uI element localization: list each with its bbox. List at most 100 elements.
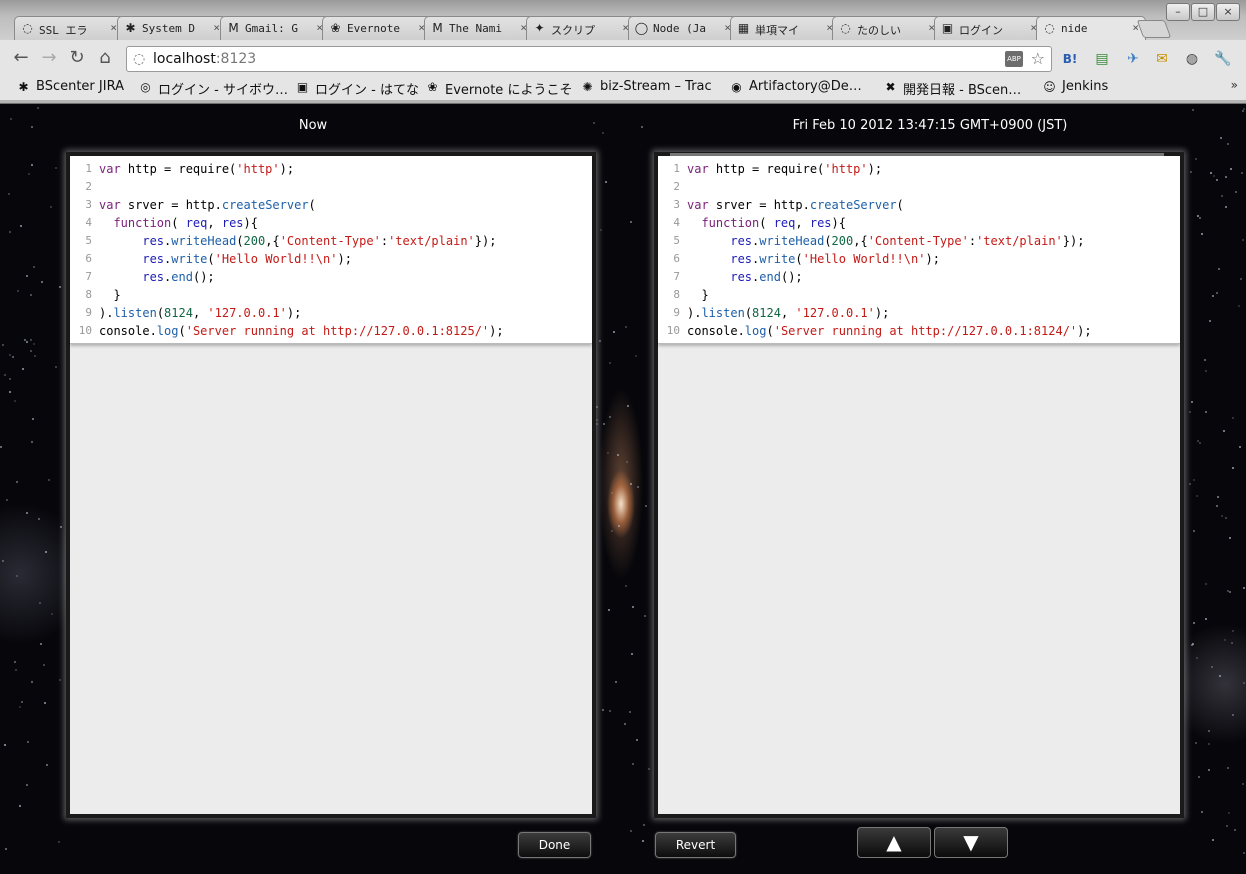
star-decoration	[26, 341, 28, 343]
bookmark-item[interactable]: ✺ biz-Stream – Trac	[580, 79, 711, 94]
star-decoration	[1201, 233, 1203, 235]
left-code-editor[interactable]: 1 var http = require('http'); 2 3 var srver …	[70, 156, 592, 344]
bookmark-favicon-icon: ✱	[18, 80, 29, 94]
bookmark-item[interactable]: ❀ Evernote にようこそ	[425, 79, 572, 98]
browser-tab[interactable]: ▣ ログイン ×	[934, 16, 1044, 40]
tab-favicon-icon: ◯	[634, 21, 649, 35]
right-code-editor[interactable]: 1 var http = require('http'); 2 3 var srver …	[658, 156, 1180, 344]
star-decoration	[1242, 110, 1244, 112]
bookmark-item[interactable]: ☺ Jenkins	[1042, 79, 1108, 94]
code-line: 5 res.writeHead(200,{'Content-Type':'tex…	[70, 232, 592, 250]
done-button[interactable]: Done	[518, 832, 591, 858]
tab-favicon-icon: ◌	[22, 21, 33, 35]
browser-tab[interactable]: ✦ スクリプ ×	[526, 16, 636, 40]
star-decoration	[608, 609, 610, 611]
star-decoration	[46, 764, 48, 766]
star-decoration	[1243, 587, 1245, 589]
address-bar[interactable]: ◌ localhost:8123 ABP ☆	[126, 46, 1052, 72]
tab-favicon-icon: ◌	[1044, 21, 1055, 35]
star-decoration	[0, 446, 2, 448]
code-text: ).listen(8124, '127.0.0.1');	[687, 306, 890, 320]
browser-tab[interactable]: ◌ nide ×	[1036, 16, 1146, 40]
bookmark-item[interactable]: ◉ Artifactory@De…	[729, 79, 862, 94]
bookmark-favicon-icon: ▣	[296, 80, 309, 94]
star-decoration	[605, 181, 607, 183]
star-decoration	[1195, 742, 1197, 744]
adblock-icon[interactable]: ABP	[1005, 51, 1023, 67]
close-window-button[interactable]: ×	[1216, 3, 1240, 21]
new-tab-button[interactable]	[1136, 20, 1172, 38]
star-decoration	[55, 366, 57, 368]
star-decoration	[1238, 305, 1240, 307]
star-decoration	[6, 499, 8, 501]
bookmarks-overflow-button[interactable]: »	[1231, 78, 1238, 92]
browser-tab[interactable]: ▦ 単項マイ ×	[730, 16, 840, 40]
star-decoration	[1208, 743, 1210, 745]
revert-button[interactable]: Revert	[655, 832, 736, 858]
bookmark-item[interactable]: ✱ BScenter JIRA	[16, 79, 124, 94]
star-decoration	[1228, 812, 1230, 814]
tab-close-icon[interactable]: ×	[213, 21, 220, 34]
tab-label: The Nami	[449, 22, 502, 35]
star-decoration	[43, 664, 45, 666]
bookmark-item[interactable]: ✖ 開発日報 - BScen…	[883, 79, 1021, 98]
star-decoration	[1225, 206, 1227, 208]
code-line: 8 }	[70, 286, 592, 304]
star-decoration	[1227, 767, 1229, 769]
minimize-button[interactable]: –	[1166, 3, 1190, 21]
bookmark-label: 開発日報 - BScen…	[903, 83, 1022, 98]
star-decoration	[45, 551, 47, 553]
bookmark-item[interactable]: ▣ ログイン - はてな	[295, 79, 419, 98]
tab-strip: ◌ SSL エラ × ✱ System D × M Gmail: G × ❀ Evernote × M T…	[0, 0, 1246, 40]
star-decoration	[1225, 176, 1227, 178]
code-line: 1 var http = require('http');	[658, 160, 1180, 178]
star-decoration	[34, 355, 36, 357]
browser-tab[interactable]: ❀ Evernote ×	[322, 16, 432, 40]
home-button[interactable]: ⌂	[94, 48, 116, 68]
bookmark-item[interactable]: ◎ ログイン - サイボウ…	[138, 79, 288, 98]
browser-tab[interactable]: ◌ たのしい ×	[832, 16, 942, 40]
star-decoration	[1227, 590, 1229, 592]
star-decoration	[635, 355, 637, 357]
previous-version-button[interactable]: ▲	[857, 827, 931, 858]
send-extension-icon[interactable]: ✈	[1123, 49, 1143, 69]
bookmark-favicon-icon: ◎	[140, 80, 151, 94]
arrow-down-icon: ▼	[963, 830, 979, 854]
next-version-button[interactable]: ▼	[934, 827, 1008, 858]
star-decoration	[1224, 639, 1226, 641]
calendar-extension-icon[interactable]: ▤	[1092, 49, 1112, 69]
star-decoration	[31, 441, 33, 443]
browser-tab[interactable]: M Gmail: G ×	[220, 16, 330, 40]
star-decoration	[617, 454, 619, 456]
code-line: 10 console.log('Server running at http://…	[658, 322, 1180, 340]
star-decoration	[609, 362, 611, 364]
browser-tab[interactable]: ◯ Node (Ja ×	[628, 16, 738, 40]
browser-tab[interactable]: ✱ System D ×	[117, 16, 227, 40]
bookmark-favicon-icon: ◉	[731, 80, 742, 94]
star-decoration	[602, 709, 604, 711]
code-text: var srver = http.createServer(	[687, 198, 904, 212]
code-line: 7 res.end();	[70, 268, 592, 286]
star-decoration	[599, 340, 601, 342]
star-decoration	[1196, 657, 1198, 659]
code-text: console.log('Server running at http://12…	[99, 324, 504, 338]
star-decoration	[31, 164, 33, 166]
reload-button[interactable]: ↻	[66, 48, 88, 68]
tab-close-icon[interactable]: ×	[110, 21, 117, 34]
star-decoration	[33, 266, 35, 268]
hatena-bookmark-icon[interactable]: B!	[1060, 49, 1080, 69]
mail-checker-icon[interactable]: ✉	[1152, 49, 1172, 69]
line-number: 10	[666, 324, 680, 337]
browser-tab[interactable]: ◌ SSL エラ ×	[14, 16, 124, 40]
tab-label: System D	[142, 22, 195, 35]
browser-tab[interactable]: M The Nami ×	[424, 16, 534, 40]
maximize-button[interactable]: □	[1191, 3, 1215, 21]
forward-button[interactable]: →	[38, 48, 60, 68]
globe-extension-icon[interactable]: ◍	[1182, 49, 1202, 69]
star-decoration	[627, 405, 629, 407]
wrench-menu-icon[interactable]: 🔧	[1213, 49, 1233, 69]
star-decoration	[648, 768, 650, 770]
back-button[interactable]: ←	[10, 48, 32, 68]
bookmark-star-icon[interactable]: ☆	[1031, 49, 1045, 68]
bookmark-label: Artifactory@De…	[749, 79, 862, 94]
